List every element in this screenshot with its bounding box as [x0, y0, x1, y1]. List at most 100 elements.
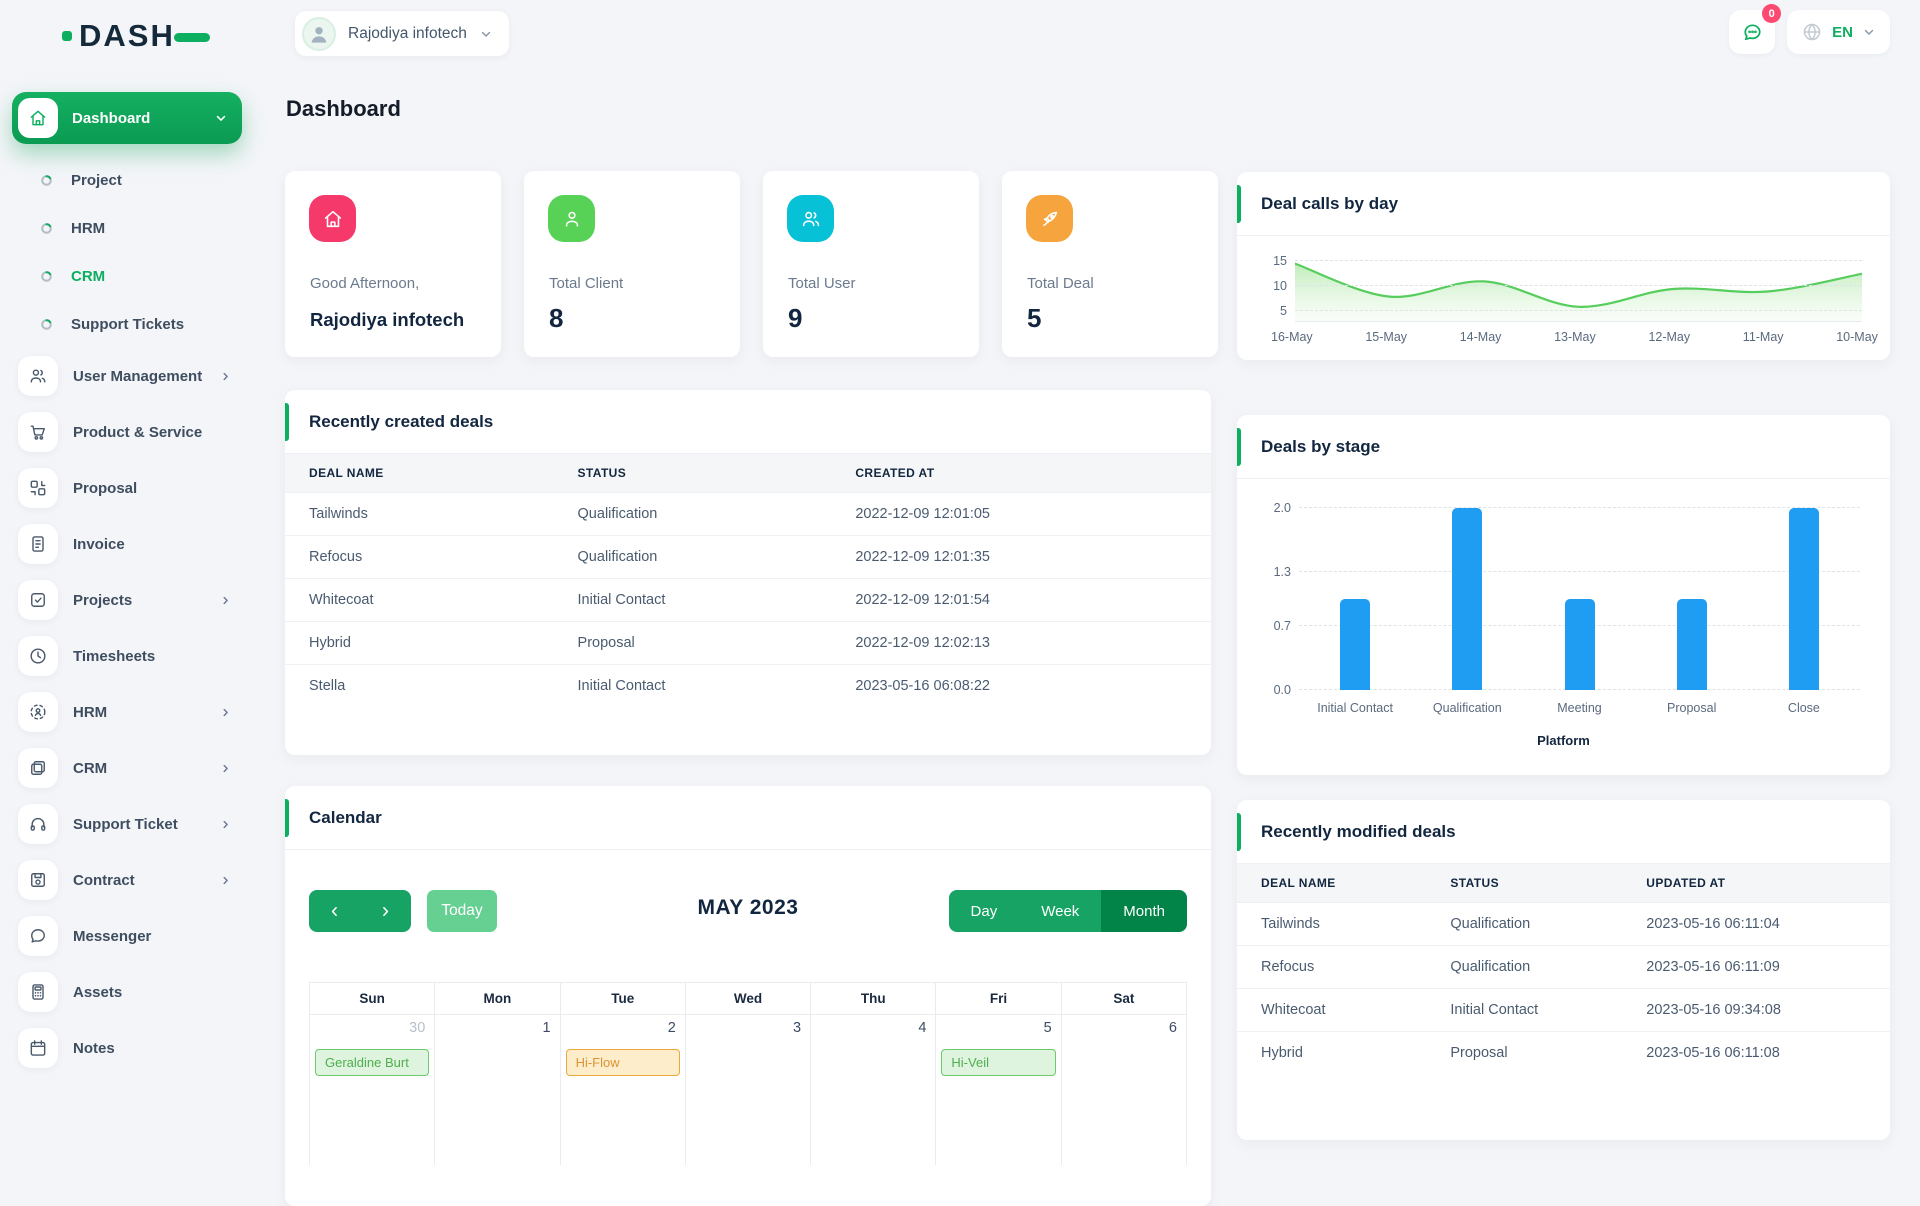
recently-modified-deals-table: DEAL NAME STATUS UPDATED AT Tailwinds Qualif…	[1237, 864, 1890, 1074]
bar-slot	[1411, 508, 1523, 690]
bar-slot	[1748, 508, 1860, 690]
calendar-day-cell[interactable]: 3	[686, 1015, 812, 1165]
deal-calls-chart: 15 10 5	[1273, 254, 1862, 322]
stat-icon-box	[548, 195, 595, 242]
stat-value: 9	[788, 303, 803, 333]
card-accent	[1237, 428, 1241, 466]
sidebar-item-messenger[interactable]: Messenger	[12, 908, 242, 964]
weekday-header-mon: Mon	[435, 983, 561, 1014]
table-cell: 2023-05-16 06:08:22	[831, 664, 1211, 707]
table-cell: 2023-05-16 06:11:04	[1622, 902, 1890, 946]
bar-close	[1788, 508, 1819, 690]
sidebar-icon-box	[18, 1028, 58, 1068]
x-axis-tick-label: Meeting	[1557, 701, 1602, 715]
sidebar-item-dashboard[interactable]: Dashboard	[12, 92, 242, 144]
language-selector[interactable]: EN	[1787, 10, 1890, 54]
table-cell: 2023-05-16 06:11:09	[1622, 945, 1890, 989]
table-header-row: DEAL NAME STATUS CREATED AT	[285, 454, 1211, 493]
x-axis-tick-label: 13-May	[1554, 330, 1596, 344]
sidebar-item-label: HRM	[73, 703, 108, 721]
calendar-date-number: 6	[1168, 1020, 1177, 1036]
sidebar-item-notes[interactable]: Notes	[12, 1020, 242, 1076]
sidebar-item-support-tickets[interactable]: Support Tickets	[12, 300, 242, 348]
x-axis-tick-label: Initial Contact	[1317, 701, 1393, 715]
chevron-right-icon	[223, 876, 228, 884]
calendar-day-cell[interactable]: 1	[435, 1015, 561, 1165]
person-icon	[311, 26, 327, 43]
calendar-view-week-button[interactable]: Week	[1019, 890, 1102, 932]
proposal-icon	[30, 480, 46, 496]
calendar-weekday-header: Sun Mon Tue Wed Thu Fri Sat	[310, 983, 1186, 1014]
sidebar-item-support-ticket[interactable]: Support Ticket	[12, 796, 242, 852]
table-cell: Initial Contact	[1426, 988, 1623, 1032]
sidebar-item-hrm[interactable]: HRM	[12, 204, 242, 252]
table-row: Hybrid Proposal 2023-05-16 06:11:08	[1237, 1031, 1890, 1074]
sidebar-item-invoice[interactable]: Invoice	[12, 516, 242, 572]
card-title: Deal calls by day	[1261, 193, 1399, 213]
card-title: Calendar	[309, 807, 382, 827]
stat-card-total-deal: Total Deal 5	[1002, 171, 1218, 357]
calendar-day-cell[interactable]: 4	[811, 1015, 937, 1165]
table-cell: Initial Contact	[553, 578, 832, 622]
sidebar-item-crm[interactable]: CRM	[12, 740, 242, 796]
table-cell: Proposal	[553, 621, 832, 665]
globe-icon	[1803, 23, 1821, 41]
calendar-day-cell[interactable]: 2 Hi-Flow	[561, 1015, 686, 1165]
calendar-day-cell[interactable]: 5 Hi-Veil	[936, 1015, 1062, 1165]
sidebar-item-label: Projects	[73, 591, 133, 609]
sidebar-item-proposal[interactable]: Proposal	[12, 460, 242, 516]
table-cell: Qualification	[553, 535, 832, 579]
home-icon	[324, 210, 341, 227]
calendar-day-cell[interactable]: 30 Geraldine Burt	[310, 1015, 436, 1165]
deal-calls-card: Deal calls by day 15 10 5 16-May 15-May 14-M…	[1237, 172, 1890, 360]
chevron-right-icon	[223, 596, 228, 604]
calendar-event-hi-veil[interactable]: Hi-Veil	[941, 1049, 1056, 1076]
calendar-date-number: 4	[918, 1020, 927, 1036]
table-header-row: DEAL NAME STATUS UPDATED AT	[1237, 864, 1890, 903]
company-switcher[interactable]: Rajodiya infotech	[294, 10, 510, 57]
x-axis-tick-label: Proposal	[1667, 701, 1717, 715]
sidebar-icon-box	[18, 580, 58, 620]
gridline	[1295, 260, 1862, 261]
sidebar-item-crm[interactable]: CRM	[12, 252, 242, 300]
save-icon	[31, 873, 45, 887]
sidebar-icon-box	[18, 804, 58, 844]
sidebar-item-hrm[interactable]: HRM	[12, 684, 242, 740]
sidebar-icon-box	[18, 412, 58, 452]
sidebar-icon-box	[18, 972, 58, 1012]
page-title: Dashboard	[286, 96, 401, 121]
sidebar-item-project[interactable]: Project	[12, 156, 242, 204]
sidebar-item-assets[interactable]: Assets	[12, 964, 242, 1020]
sidebar-item-label: Invoice	[73, 535, 125, 553]
table-cell: Hybrid	[285, 621, 554, 665]
calendar-date-number: 1	[542, 1020, 551, 1036]
calendar-day-cell[interactable]: 6	[1062, 1015, 1186, 1165]
logo-dash-icon	[173, 33, 210, 42]
stat-card-total-user: Total User 9	[763, 171, 979, 357]
sidebar-item-user-management[interactable]: User Management	[12, 348, 242, 404]
sidebar-item-product-service[interactable]: Product & Service	[12, 404, 242, 460]
column-header: STATUS	[553, 454, 832, 493]
calendar-event-hi-flow[interactable]: Hi-Flow	[565, 1049, 680, 1076]
column-header: STATUS	[1426, 864, 1623, 903]
card-accent	[285, 403, 289, 441]
sidebar-item-contract[interactable]: Contract	[12, 852, 242, 908]
table-row: Whitecoat Initial Contact 2023-05-16 09:34…	[1237, 988, 1890, 1032]
recently-modified-deals-card: Recently modified deals DEAL NAME STATUS U…	[1237, 800, 1890, 1140]
sidebar-item-timesheets[interactable]: Timesheets	[12, 628, 242, 684]
messages-button[interactable]: 0	[1729, 4, 1782, 54]
calendar-view-day-button[interactable]: Day	[948, 890, 1020, 932]
weekday-header-tue: Tue	[561, 983, 686, 1014]
stat-icon-box	[1026, 195, 1073, 242]
calendar-view-month-button[interactable]: Month	[1101, 890, 1187, 932]
x-axis-tick-label: 12-May	[1648, 330, 1691, 344]
bullet-ring-icon	[41, 174, 52, 186]
sidebar-item-label: HRM	[71, 219, 106, 237]
calendar-event-geraldine-burt[interactable]: Geraldine Burt	[315, 1049, 430, 1076]
recently-created-deals-card: Recently created deals DEAL NAME STATUS CR…	[285, 390, 1211, 755]
sidebar-icon-box	[18, 692, 58, 732]
x-axis-tick-label: 15-May	[1365, 330, 1408, 344]
sidebar-item-projects[interactable]: Projects	[12, 572, 242, 628]
stat-icon-box	[309, 195, 356, 242]
table-cell: Whitecoat	[1237, 988, 1427, 1032]
